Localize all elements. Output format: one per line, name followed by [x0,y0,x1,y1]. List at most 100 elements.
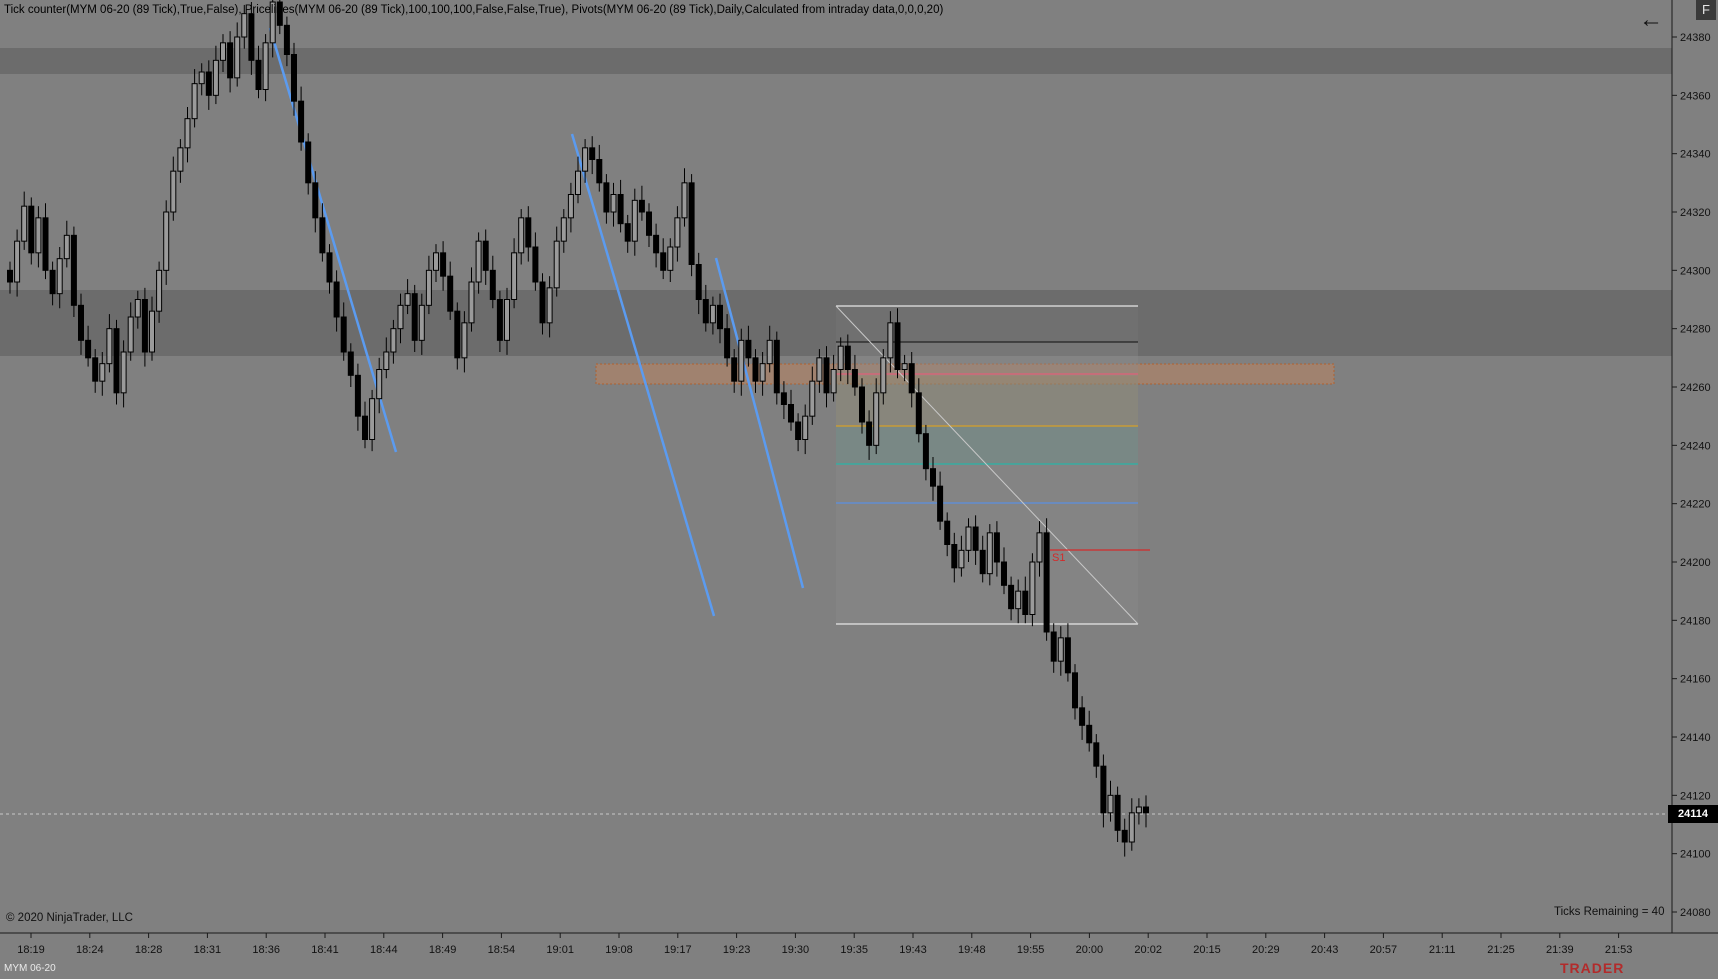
time-axis-label: 21:53 [1605,944,1633,956]
candle [1086,710,1093,752]
candle [1050,623,1057,673]
price-axis-label: 24260 [1680,382,1711,394]
candle [28,197,35,265]
candle [1107,780,1114,822]
candle [454,302,461,370]
candle [795,413,802,452]
ticks-remaining-label: Ticks Remaining = 40 [1554,906,1665,918]
candle [688,174,695,277]
time-axis-label: 19:43 [899,944,927,956]
candle [759,352,766,396]
candle [1135,798,1142,825]
time-axis-label: 20:43 [1311,944,1339,956]
f-button[interactable]: F [1696,0,1716,20]
fib-teal-band [836,426,1138,464]
candle [305,133,312,195]
price-axis-label: 24220 [1680,499,1711,511]
time-axis-label: 18:36 [252,944,280,956]
candle [113,319,120,405]
price-axis-label: 24160 [1680,674,1711,686]
price-axis-label: 24120 [1680,790,1711,802]
candle [63,220,70,268]
candle [433,244,439,282]
time-axis-label: 19:08 [605,944,633,956]
time-axis-label: 19:55 [1017,944,1045,956]
time-axis-label: 19:30 [782,944,810,956]
candle [1121,818,1128,857]
candle [1100,754,1107,828]
back-arrow-icon[interactable]: ← [1638,8,1664,34]
time-axis-label: 20:15 [1193,944,1221,956]
time-axis-label: 19:48 [958,944,986,956]
candle [35,206,42,268]
time-axis-label: 20:29 [1252,944,1280,956]
instrument-label: MYM 06-20 [4,963,56,974]
candle [1057,626,1064,676]
time-axis-label: 18:24 [76,944,104,956]
candle [170,156,177,221]
time-axis-label: 20:57 [1370,944,1398,956]
candle [163,200,170,285]
candle [653,223,660,268]
price-axis-label: 24320 [1680,207,1711,219]
time-axis-label: 18:19 [17,944,45,956]
candle [603,174,610,224]
candle [475,232,482,294]
candle [447,261,454,320]
candle [589,136,596,175]
candle [667,238,674,282]
pivot-s1-label: S1 [1052,552,1065,564]
time-axis-label: 20:00 [1076,944,1104,956]
candle [1079,696,1086,740]
price-axis-label: 24380 [1680,32,1711,44]
candle [184,107,191,163]
chart-area[interactable]: S1 24380 24360 24340 24320 24300 24280 24260 24… [0,0,1718,979]
candle [177,139,184,183]
time-axis-label: 19:17 [664,944,692,956]
candle [234,22,241,87]
price-axis-label: 24240 [1680,440,1711,452]
candle [298,86,305,151]
price-chart[interactable]: S1 24380 24360 24340 24320 24300 24280 24260 24… [0,0,1718,979]
candle [674,206,681,262]
price-axis-label: 24140 [1680,732,1711,744]
candle [802,404,809,455]
candle [553,226,560,297]
time-axis-label: 20:02 [1134,944,1162,956]
price-axis-label: 24360 [1680,90,1711,102]
candle [660,238,667,280]
time-axis-label: 19:23 [723,944,751,956]
time-axis-label: 18:28 [135,944,163,956]
candle [617,179,624,233]
candle [532,232,539,291]
price-axis-label: 24280 [1680,324,1711,336]
candle [646,203,652,247]
price-axis-label: 24180 [1680,615,1711,627]
candle [482,229,489,285]
candle [638,185,645,221]
candle [788,389,794,431]
candle [610,182,617,227]
candle [440,241,447,291]
copyright-label: © 2020 NinjaTrader, LLC [6,912,133,924]
candle [518,209,525,265]
candle [681,168,688,227]
candle [369,389,376,452]
candle [1128,798,1135,851]
fib-top-band [836,306,1138,342]
indicator-legend: Tick counter(MYM 06-20 (89 Tick),True,Fa… [4,4,944,16]
candle [624,214,631,253]
time-axis-label: 18:41 [311,944,339,956]
time-axis-label: 19:01 [546,944,574,956]
candle [511,238,518,309]
price-axis-label: 24080 [1680,907,1711,919]
candle [631,188,638,256]
time-axis-label: 21:11 [1429,944,1456,956]
candle [42,203,49,280]
price-axis-label: 24340 [1680,149,1711,161]
candle [1143,795,1149,828]
candle [560,209,567,253]
candle [596,144,603,192]
time-axis-label: 18:49 [429,944,457,956]
candle [830,354,837,402]
